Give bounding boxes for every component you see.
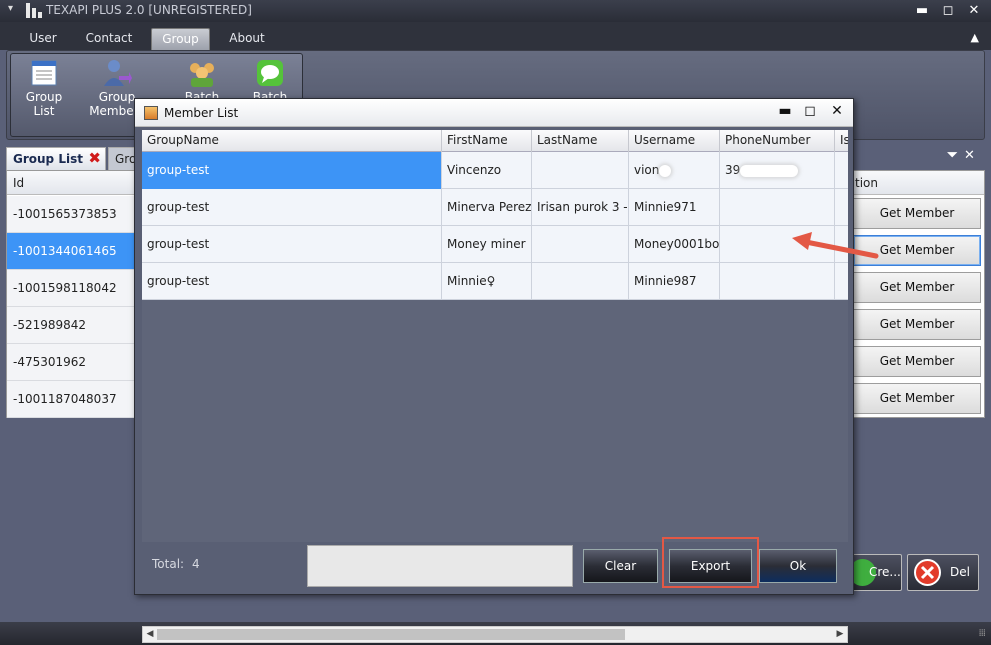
tab-about[interactable]: About bbox=[222, 28, 272, 50]
cell-username: vion bbox=[629, 152, 720, 189]
column-phonenumber[interactable]: PhoneNumber bbox=[720, 130, 835, 152]
cell-username: Minnie971 bbox=[629, 189, 720, 226]
cell-firstname: Money miner bbox=[442, 226, 532, 263]
batch-invite-icon bbox=[187, 58, 217, 88]
dialog-maximize-button[interactable]: ◻ bbox=[800, 103, 820, 123]
column-action-header: tion bbox=[855, 176, 878, 190]
create-button[interactable]: Cre... bbox=[848, 554, 902, 591]
app-logo-icon bbox=[26, 3, 42, 18]
redaction-blur bbox=[740, 164, 799, 177]
scroll-right-icon[interactable]: ▶ bbox=[833, 627, 847, 642]
cell-phonenumber: 39 bbox=[720, 152, 835, 189]
dialog-title: Member List bbox=[164, 106, 239, 120]
horizontal-scrollbar[interactable]: ◀ ▶ bbox=[142, 626, 848, 643]
cell-is bbox=[835, 189, 848, 226]
minimize-button[interactable]: ▬ bbox=[912, 1, 932, 21]
cell-lastname: Irisan purok 3 -5 bbox=[532, 189, 629, 226]
cell-username: Money0001bot bbox=[629, 226, 720, 263]
scrollbar-thumb[interactable] bbox=[157, 629, 625, 640]
column-lastname[interactable]: LastName bbox=[532, 130, 629, 152]
cell-is bbox=[835, 263, 848, 300]
cell-username: Minnie987 bbox=[629, 263, 720, 300]
clear-button[interactable]: Clear bbox=[583, 549, 658, 583]
cell-is bbox=[835, 152, 848, 189]
group-row-id[interactable]: -1001598118042 bbox=[7, 270, 135, 307]
group-members-icon bbox=[102, 58, 132, 88]
get-member-button[interactable]: Get Member bbox=[853, 198, 981, 229]
export-highlight-box bbox=[662, 537, 759, 588]
status-text-box bbox=[307, 545, 573, 587]
member-row[interactable]: group-test Minerva Perez Irisan purok 3 … bbox=[142, 189, 848, 226]
tab-menu-icon[interactable]: ⏷ bbox=[947, 148, 957, 163]
scroll-left-icon[interactable]: ◀ bbox=[143, 627, 157, 642]
column-is[interactable]: Is bbox=[835, 130, 848, 152]
dialog-close-button[interactable]: ✕ bbox=[827, 103, 847, 123]
member-list-dialog: Member List ▬ ◻ ✕ GroupName FirstName La… bbox=[134, 98, 854, 643]
group-list-button[interactable]: Group List bbox=[15, 58, 73, 118]
redaction-blur bbox=[659, 164, 672, 177]
menu-bar: User Contact Group About ▲ bbox=[0, 22, 991, 50]
resize-grip-icon[interactable]: ⁞⁞⁞ bbox=[978, 628, 985, 639]
dialog-title-bar: Member List ▬ ◻ ✕ bbox=[135, 99, 853, 127]
maximize-button[interactable]: ◻ bbox=[938, 1, 958, 21]
cell-firstname: Minerva Perez bbox=[442, 189, 532, 226]
dialog-app-icon bbox=[144, 106, 158, 120]
tab-contact[interactable]: Contact bbox=[80, 28, 138, 50]
tab-group-list-label: Group List bbox=[13, 152, 83, 166]
tab-group-list[interactable]: Group List ✖ bbox=[6, 147, 106, 170]
group-list-label: Group List bbox=[25, 90, 63, 118]
get-member-button[interactable]: Get Member bbox=[853, 346, 981, 377]
cell-firstname: Minnie♀ bbox=[442, 263, 532, 300]
close-tab-icon[interactable]: ✖ bbox=[88, 151, 101, 166]
batch-send-icon bbox=[255, 58, 285, 88]
tab-group[interactable]: Group bbox=[151, 28, 210, 50]
group-row-id[interactable]: -1001187048037 bbox=[7, 381, 135, 418]
column-firstname[interactable]: FirstName bbox=[442, 130, 532, 152]
cell-firstname: Vincenzo bbox=[442, 152, 532, 189]
cell-groupname: group-test bbox=[142, 152, 442, 189]
group-row-id[interactable]: -475301962 bbox=[7, 344, 135, 381]
member-grid-header: GroupName FirstName LastName Username Ph… bbox=[142, 130, 848, 152]
member-row[interactable]: group-test Money miner Money0001bot bbox=[142, 226, 848, 263]
document-tabs: Group List ✖ Grou bbox=[6, 145, 148, 170]
group-row-id[interactable]: -1001565373853 bbox=[7, 196, 135, 233]
dialog-minimize-button[interactable]: ▬ bbox=[775, 103, 795, 123]
total-count: 4 bbox=[192, 557, 200, 571]
cell-phonenumber bbox=[720, 189, 835, 226]
member-row[interactable]: group-test Vincenzo vion 39 bbox=[142, 152, 848, 189]
tab-user[interactable]: User bbox=[20, 28, 66, 50]
collapse-ribbon-icon[interactable]: ▲ bbox=[971, 31, 979, 44]
ok-button[interactable]: Ok bbox=[759, 549, 837, 583]
total-label: Total: bbox=[152, 557, 185, 571]
group-list-icon bbox=[29, 58, 59, 88]
column-username[interactable]: Username bbox=[629, 130, 720, 152]
member-row[interactable]: group-test Minnie♀ Minnie987 bbox=[142, 263, 848, 300]
column-groupname[interactable]: GroupName bbox=[142, 130, 442, 152]
delete-icon bbox=[914, 559, 941, 586]
cell-groupname: group-test bbox=[142, 263, 442, 300]
member-grid: GroupName FirstName LastName Username Ph… bbox=[142, 130, 848, 542]
get-member-button[interactable]: Get Member bbox=[853, 272, 981, 303]
cell-phonenumber bbox=[720, 263, 835, 300]
cell-lastname bbox=[532, 263, 629, 300]
title-bar: ▾ TEXAPI PLUS 2.0 [UNREGISTERED] ▬ ◻ ✕ bbox=[0, 0, 991, 22]
group-row-id[interactable]: -521989842 bbox=[7, 307, 135, 344]
group-row-id[interactable]: -1001344061465 bbox=[7, 233, 135, 270]
window-title: TEXAPI PLUS 2.0 [UNREGISTERED] bbox=[46, 3, 252, 17]
system-menu-icon[interactable]: ▾ bbox=[8, 3, 13, 14]
annotation-arrow-icon bbox=[792, 232, 879, 259]
cell-groupname: group-test bbox=[142, 226, 442, 263]
get-member-button[interactable]: Get Member bbox=[853, 309, 981, 340]
column-id-header: Id bbox=[13, 176, 25, 190]
cell-lastname bbox=[532, 152, 629, 189]
delete-button[interactable]: Del bbox=[907, 554, 979, 591]
cell-groupname: group-test bbox=[142, 189, 442, 226]
close-panel-icon[interactable]: ✕ bbox=[964, 148, 975, 163]
close-button[interactable]: ✕ bbox=[964, 1, 984, 21]
get-member-button[interactable]: Get Member bbox=[853, 383, 981, 414]
cell-lastname bbox=[532, 226, 629, 263]
